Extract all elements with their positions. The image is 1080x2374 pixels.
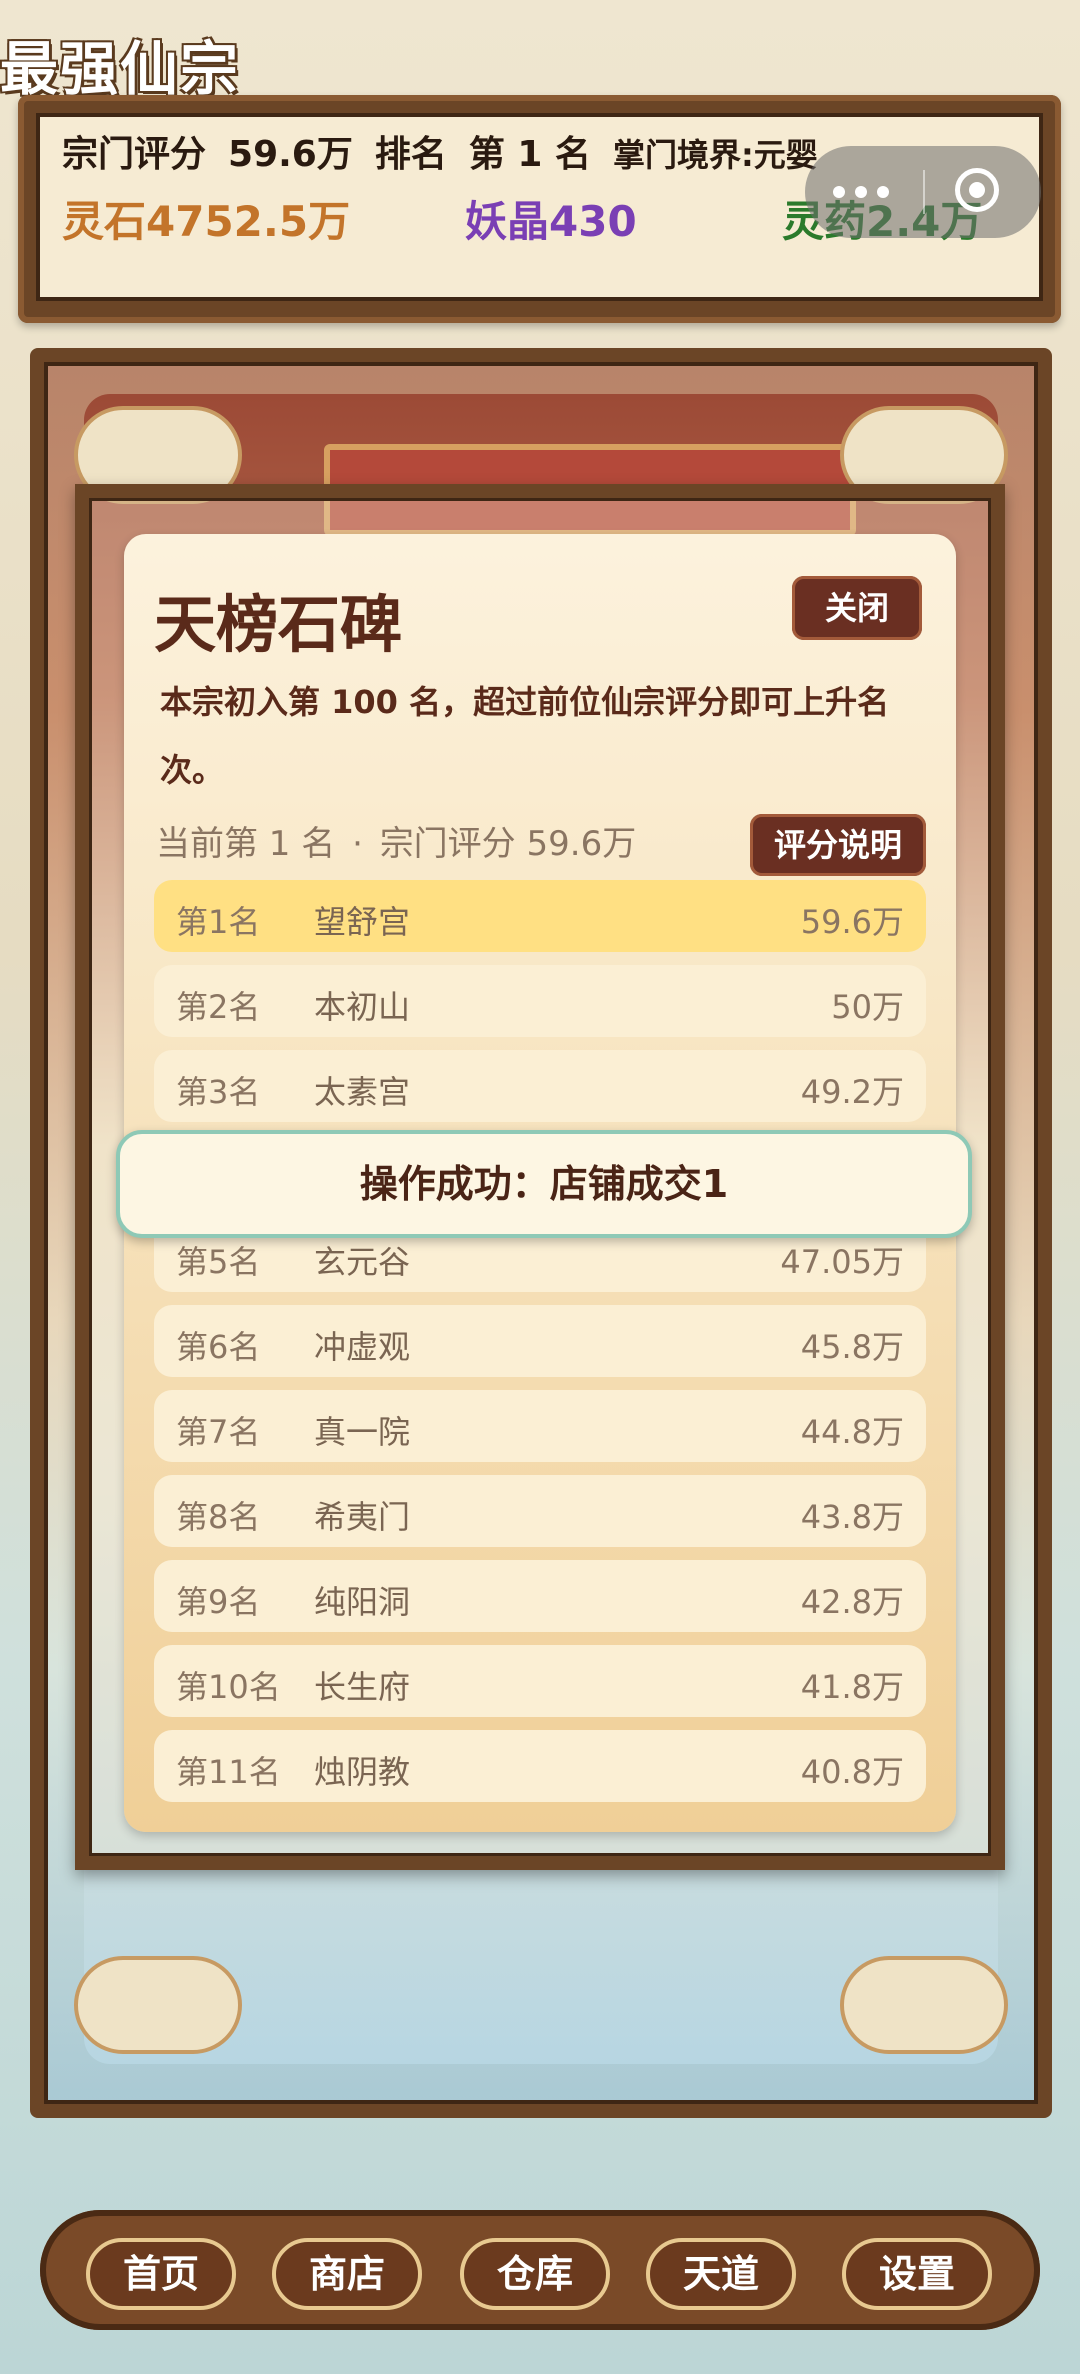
- ranking-position: 第11名: [176, 1753, 281, 1791]
- stats-summary: 宗门评分 59.6万 排名第 1 名掌门境界:元婴: [62, 125, 840, 177]
- nav-tiandao[interactable]: 天道: [646, 2238, 796, 2310]
- sect-name: 冲虚观: [314, 1328, 411, 1366]
- sect-name: 长生府: [314, 1668, 411, 1706]
- spirit-stone-count: 灵石4752.5万: [62, 197, 351, 246]
- current-status: 当前第 1 名 · 宗门评分 59.6万: [156, 816, 642, 865]
- current-score: 宗门评分 59.6万: [379, 824, 637, 864]
- sect-score: 43.8万: [800, 1498, 904, 1536]
- sect-name: 玄元谷: [314, 1243, 411, 1281]
- more-icon[interactable]: [833, 176, 897, 208]
- nav-warehouse[interactable]: 仓库: [460, 2238, 610, 2310]
- ranking-row[interactable]: 第2名 本初山 50万: [154, 965, 926, 1037]
- sect-score: 40.8万: [800, 1753, 904, 1791]
- ranking-position: 第9名: [176, 1583, 261, 1621]
- sect-name: 纯阳洞: [314, 1583, 411, 1621]
- sect-name: 本初山: [314, 988, 411, 1026]
- ranking-position: 第7名: [176, 1413, 261, 1451]
- sect-name: 真一院: [314, 1413, 411, 1451]
- ranking-position: 第10名: [176, 1668, 281, 1706]
- bottom-nav: 首页 商店 仓库 天道 设置: [0, 2180, 1080, 2374]
- sect-score: 47.05万: [780, 1243, 904, 1281]
- sect-name: 太素宫: [314, 1073, 411, 1111]
- sect-name: 希夷门: [314, 1498, 411, 1536]
- sect-score: 50万: [831, 988, 904, 1026]
- current-rank: 当前第 1 名: [156, 824, 336, 864]
- rank-value: 第 1 名: [468, 134, 591, 175]
- ranking-row[interactable]: 第9名 纯阳洞 42.8万: [154, 1560, 926, 1632]
- ranking-position: 第6名: [176, 1328, 261, 1366]
- ranking-position: 第8名: [176, 1498, 261, 1536]
- sect-score-label: 宗门评分: [62, 134, 207, 175]
- score-help-button[interactable]: 评分说明: [750, 814, 926, 876]
- ranking-position: 第5名: [176, 1243, 261, 1281]
- ranking-row[interactable]: 第11名 烛阴教 40.8万: [154, 1730, 926, 1802]
- ranking-row[interactable]: 第7名 真一院 44.8万: [154, 1390, 926, 1462]
- success-toast: 操作成功：店铺成交1: [116, 1130, 972, 1238]
- rank-label: 排名: [374, 134, 447, 175]
- sect-score: 59.6万: [800, 903, 904, 941]
- ranking-position: 第2名: [176, 988, 261, 1026]
- nav-home[interactable]: 首页: [86, 2238, 236, 2310]
- sect-score: 41.8万: [800, 1668, 904, 1706]
- sect-score: 49.2万: [800, 1073, 904, 1111]
- modal-description: 本宗初入第 100 名，超过前位仙宗评分即可上升名次。: [160, 683, 890, 789]
- master-realm: 掌门境界:元婴: [612, 136, 818, 174]
- demon-crystal-count: 妖晶430: [465, 197, 637, 246]
- sect-score-value: 59.6万: [228, 134, 353, 175]
- status-separator: ·: [352, 824, 363, 864]
- sect-score: 42.8万: [800, 1583, 904, 1621]
- ranking-row[interactable]: 第3名 太素宫 49.2万: [154, 1050, 926, 1122]
- ranking-row[interactable]: 第10名 长生府 41.8万: [154, 1645, 926, 1717]
- cloud-ornament: [74, 1956, 242, 2054]
- miniprogram-capsule: [805, 146, 1041, 238]
- modal-title: 天榜石碑: [154, 588, 403, 661]
- sect-score: 45.8万: [800, 1328, 904, 1366]
- nav-shop[interactable]: 商店: [272, 2238, 422, 2310]
- ranking-row[interactable]: 第8名 希夷门 43.8万: [154, 1475, 926, 1547]
- ranking-row[interactable]: 第6名 冲虚观 45.8万: [154, 1305, 926, 1377]
- app-title: 最强仙宗: [0, 35, 241, 103]
- ranking-row[interactable]: 第1名 望舒宫 59.6万: [154, 880, 926, 952]
- close-button[interactable]: 关闭: [792, 576, 922, 640]
- sect-name: 望舒宫: [314, 903, 411, 941]
- ranking-position: 第1名: [176, 903, 261, 941]
- nav-settings[interactable]: 设置: [842, 2238, 992, 2310]
- ranking-list: 第1名 望舒宫 59.6万 第2名 本初山 50万 第3名 太素宫 49.2万 …: [154, 880, 926, 1815]
- exit-miniprogram-icon[interactable]: [955, 168, 999, 212]
- capsule-divider: [923, 170, 925, 214]
- sect-name: 烛阴教: [314, 1753, 411, 1791]
- cloud-ornament: [840, 1956, 1008, 2054]
- ranking-position: 第3名: [176, 1073, 261, 1111]
- sect-score: 44.8万: [800, 1413, 904, 1451]
